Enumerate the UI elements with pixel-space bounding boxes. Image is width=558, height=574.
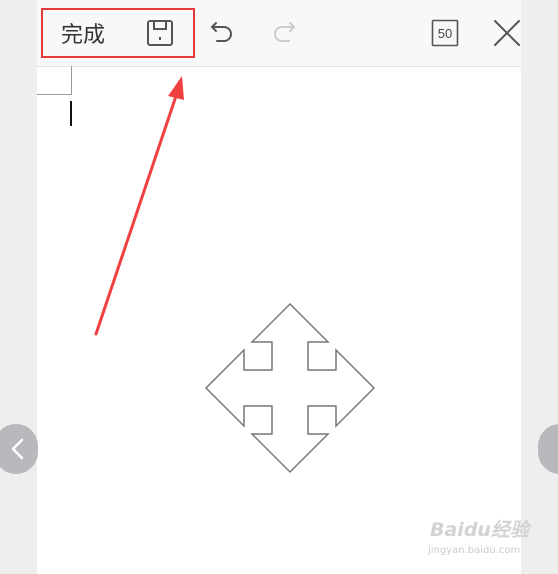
move-handle-icon[interactable] — [200, 298, 380, 478]
previous-page-button[interactable] — [0, 424, 38, 474]
watermark: Baidu经验 jingyan.baidu.com — [426, 515, 536, 561]
chevron-left-icon — [11, 438, 24, 460]
annotation-arrow — [94, 76, 184, 336]
watermark-url: jingyan.baidu.com — [428, 545, 521, 556]
watermark-brand: Baidu经验 — [430, 519, 529, 541]
